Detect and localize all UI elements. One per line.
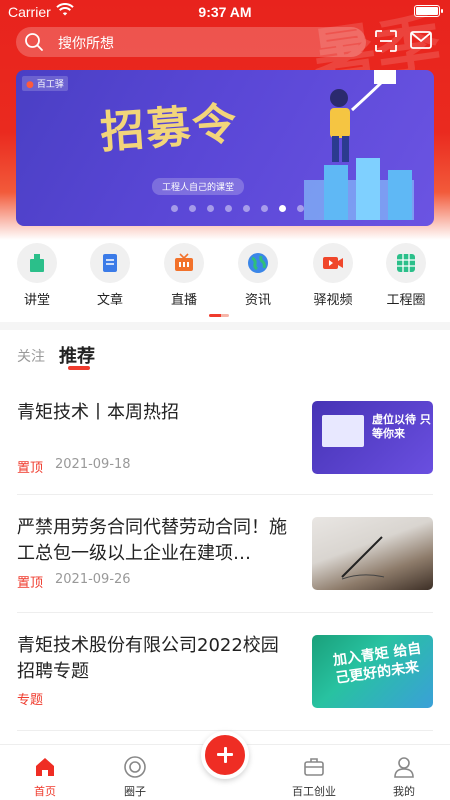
- category-video[interactable]: 驿视频: [303, 243, 363, 308]
- thumbnail-text: 虚位以待 只等你来: [372, 413, 431, 440]
- tab-label: 我的: [393, 785, 415, 798]
- circle-icon: [124, 756, 146, 778]
- article-separator: [17, 494, 433, 495]
- pen-signing-illustration: [341, 536, 385, 580]
- article-item[interactable]: 青矩技术股份有限公司2022校园招聘专题 专题 加入青矩 给自己更好的未来: [17, 633, 433, 709]
- lectern-icon: [30, 254, 44, 272]
- grid-icon: [397, 254, 415, 272]
- category-row: 讲堂 文章 直播 资讯 驿视频 工程圈: [0, 243, 450, 313]
- banner-illustration: [304, 70, 414, 220]
- thumbnail-board: [322, 415, 364, 447]
- carousel-dot[interactable]: [261, 205, 268, 212]
- battery-icon: [414, 5, 443, 17]
- article-date: 2021-09-18: [55, 457, 131, 472]
- article-item[interactable]: 青矩技术丨本周热招 置顶 2021-09-18 虚位以待 只等你来: [17, 400, 433, 476]
- article-tag: 专题: [17, 693, 44, 708]
- tab-mine[interactable]: 我的: [374, 755, 434, 799]
- user-icon: [394, 757, 414, 778]
- tab-circle[interactable]: 圈子: [105, 755, 165, 799]
- article-title: 青矩技术股份有限公司2022校园招聘专题: [17, 635, 279, 682]
- scan-icon[interactable]: [375, 30, 397, 52]
- category-label: 直播: [170, 293, 197, 308]
- tab-recommend[interactable]: 推荐: [59, 342, 95, 368]
- article-thumbnail: [312, 517, 433, 590]
- article-title: 严禁用劳务合同代替劳动合同！施工总包一级以上企业在建项…: [17, 517, 287, 564]
- category-live[interactable]: 直播: [154, 243, 214, 308]
- article-thumbnail: 虚位以待 只等你来: [312, 401, 433, 474]
- tab-home[interactable]: 首页: [15, 755, 75, 799]
- search-icon: [25, 33, 43, 51]
- category-news[interactable]: 资讯: [228, 243, 288, 308]
- category-label: 讲堂: [23, 293, 50, 308]
- carousel-dot[interactable]: [297, 205, 304, 212]
- category-label: 资讯: [244, 293, 271, 308]
- category-lecture[interactable]: 讲堂: [7, 243, 67, 308]
- category-article[interactable]: 文章: [80, 243, 140, 308]
- status-bar: Carrier 9:37 AM: [0, 0, 450, 24]
- category-label: 工程圈: [386, 293, 426, 308]
- tab-label: 首页: [34, 785, 56, 798]
- carousel-dot[interactable]: [243, 205, 250, 212]
- article-item[interactable]: 严禁用劳务合同代替劳动合同！施工总包一级以上企业在建项… 置顶 2021-09-…: [17, 515, 433, 591]
- globe-icon: [248, 253, 268, 273]
- article-thumbnail: 加入青矩 给自己更好的未来: [312, 635, 433, 708]
- category-engineering-circle[interactable]: 工程圈: [376, 243, 436, 308]
- banner-title: 招募令: [98, 98, 240, 159]
- search-bar[interactable]: 搜你所想: [16, 27, 366, 57]
- category-label: 文章: [96, 293, 123, 308]
- category-label: 驿视频: [313, 293, 353, 308]
- tv-live-icon: [175, 253, 193, 271]
- carousel-dot[interactable]: [225, 205, 232, 212]
- carousel-dots: [171, 205, 304, 212]
- tab-startup[interactable]: 百工创业: [284, 755, 344, 799]
- banner-subtitle: 工程人自己的课堂: [152, 178, 245, 195]
- home-icon: [36, 758, 54, 776]
- tab-label: 圈子: [124, 785, 146, 798]
- carousel-dot[interactable]: [171, 205, 178, 212]
- section-divider: [0, 322, 450, 330]
- status-time: 9:37 AM: [198, 4, 252, 20]
- document-icon: [103, 254, 117, 272]
- article-date: 2021-09-26: [55, 572, 131, 587]
- video-camera-icon: [323, 257, 343, 269]
- tab-active-underline: [68, 366, 90, 370]
- article-tag: 置顶: [17, 576, 44, 591]
- category-page-indicator: [209, 314, 229, 317]
- thumbnail-text: 加入青矩 给自己更好的未来: [332, 640, 423, 687]
- carousel-dot[interactable]: [207, 205, 214, 212]
- article-separator: [17, 612, 433, 613]
- banner-logo: ● 百工驿: [22, 76, 68, 91]
- mail-icon[interactable]: [410, 31, 432, 49]
- article-tag: 置顶: [17, 461, 44, 476]
- tab-follow[interactable]: 关注: [17, 346, 45, 366]
- tab-label: 百工创业: [292, 785, 336, 798]
- carousel-dot[interactable]: [189, 205, 196, 212]
- briefcase-icon: [304, 758, 324, 776]
- promo-banner[interactable]: ● 百工驿 招募令 工程人自己的课堂: [16, 70, 434, 226]
- carousel-dot[interactable]: [279, 205, 286, 212]
- search-placeholder: 搜你所想: [58, 36, 114, 52]
- article-title: 青矩技术丨本周热招: [17, 402, 179, 423]
- add-post-button[interactable]: [201, 731, 249, 779]
